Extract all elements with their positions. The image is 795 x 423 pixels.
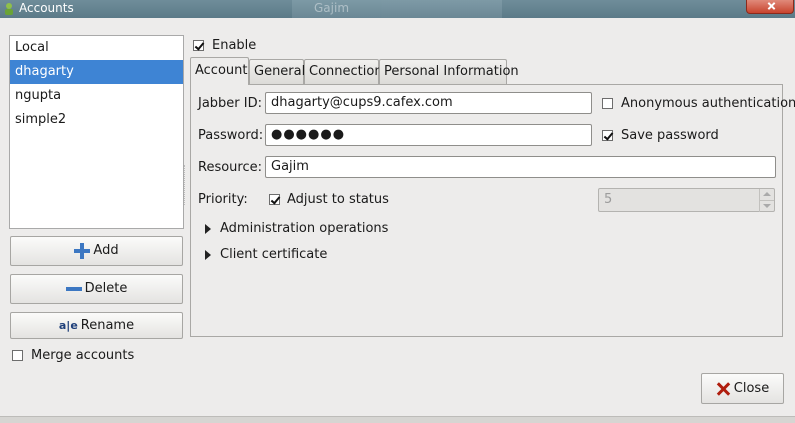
rename-button[interactable]: a|e Rename [10,312,183,339]
close-button-label: Close [733,381,770,396]
account-item-local[interactable]: Local [10,36,183,60]
tab-general[interactable]: General [249,59,305,84]
tab-connection[interactable]: Connection [304,59,383,84]
spin-down-icon[interactable] [759,200,774,212]
plus-icon [74,242,91,259]
close-button[interactable]: Close [701,373,784,404]
anonymous-auth-label: Anonymous authentication [621,96,795,111]
delete-button-label: Delete [84,281,128,296]
priority-label: Priority: [198,192,248,207]
password-label: Password: [198,128,264,143]
account-item-simple2[interactable]: simple2 [10,108,183,132]
expander-arrow-icon[interactable] [205,224,211,234]
priority-value: 5 [604,192,613,207]
administration-operations-expander[interactable]: Administration operations [220,221,388,236]
close-icon [716,382,730,396]
resource-label: Resource: [198,160,262,175]
tab-personal-information[interactable]: Personal Information [379,59,519,84]
adjust-to-status-checkbox[interactable] [269,194,280,205]
resource-input[interactable]: Gajim [265,156,776,178]
save-password-checkbox[interactable] [602,130,613,141]
merge-accounts-label: Merge accounts [31,348,135,363]
add-button[interactable]: Add [10,236,183,266]
anonymous-auth-checkbox[interactable] [602,98,613,109]
rename-icon: a|e [58,319,78,332]
spin-up-icon[interactable] [759,189,774,200]
jabber-id-input[interactable]: dhagarty@cups9.cafex.com [265,92,592,114]
rename-button-label: Rename [80,318,135,333]
gajim-app-icon [5,3,13,15]
save-password-label: Save password [621,128,719,143]
enable-checkbox[interactable] [193,40,204,51]
minus-icon [65,286,82,291]
tab-account[interactable]: Account [190,57,249,85]
delete-button[interactable]: Delete [10,274,183,304]
background-window: Gajim [292,0,502,18]
background-window-title: Gajim [314,1,350,15]
window-close-button[interactable] [746,0,794,14]
adjust-to-status-label: Adjust to status [287,192,389,207]
merge-accounts-checkbox[interactable] [12,350,23,361]
enable-label: Enable [212,38,257,53]
password-input[interactable]: ●●●●●● [265,124,592,146]
client-certificate-expander[interactable]: Client certificate [220,247,327,262]
window-title: Accounts [19,1,74,15]
title-bar: Accounts Gajim [0,0,795,18]
expander-arrow-icon[interactable] [205,250,211,260]
jabber-id-label: Jabber ID: [198,96,263,111]
pane-splitter[interactable] [184,165,188,205]
account-item-dhagarty[interactable]: dhagarty [10,60,183,84]
account-item-ngupta[interactable]: ngupta [10,84,183,108]
account-list[interactable]: Local dhagarty ngupta simple2 [9,35,184,229]
priority-spinbox[interactable]: 5 [598,188,775,212]
add-button-label: Add [93,243,119,258]
